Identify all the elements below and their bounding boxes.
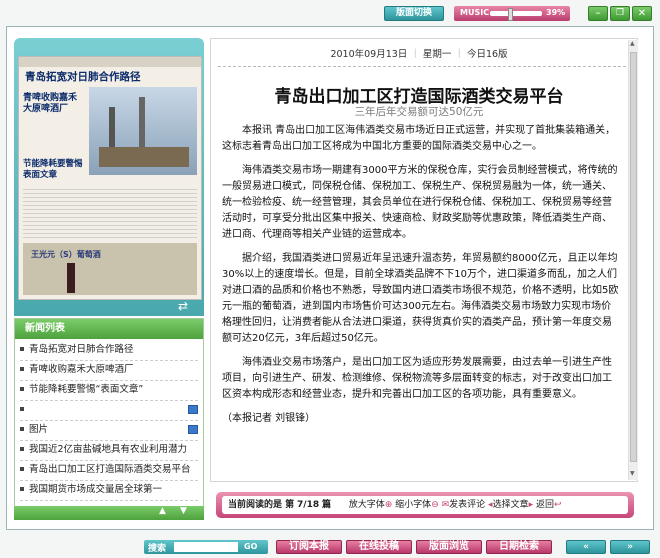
close-button[interactable]: ✕ (632, 6, 652, 21)
news-list-item-label: 我国近2亿亩盐碱地具有农业利用潜力 (29, 444, 188, 455)
preview-text-block (23, 189, 197, 239)
bullet-icon (20, 386, 24, 391)
volume-slider[interactable] (490, 8, 542, 21)
masthead-bar (19, 57, 201, 67)
page-switch-button[interactable]: 版面切换 (384, 6, 444, 21)
zoom-out-icon: ⊖ (431, 500, 439, 510)
news-list-item-label: 青啤收购嘉禾大原啤酒厂 (29, 364, 134, 375)
enlarge-font-button[interactable]: 放大字体⊕ (349, 500, 393, 510)
select-article-button[interactable]: ◂选择文章▸ (488, 500, 533, 510)
date-divider (218, 66, 626, 67)
page-suffix: 篇 (321, 500, 331, 510)
back-button[interactable]: 返回↩ (536, 500, 562, 510)
news-list-item-label: 图片 (29, 424, 49, 435)
music-bar: MUSIC 39% (454, 6, 570, 21)
news-list-item[interactable]: 节能降耗要警惕“表面文章” (20, 380, 198, 401)
zoom-in-icon: ⊕ (384, 500, 393, 510)
news-list-item-label: 青岛出口加工区打造国际酒类交易平台 (29, 464, 191, 475)
preview-masthead: 青岛拓宽对日肺合作路径 (25, 71, 141, 83)
search-box: 搜索 GO (144, 540, 268, 554)
subscribe-button[interactable]: 订阅本报 (276, 540, 342, 554)
news-list-item-label: 节能降耗要警惕“表面文章” (29, 384, 144, 395)
article-weekday: 星期一 (422, 49, 452, 60)
article-scrollbar[interactable]: ▲ ▼ (628, 40, 638, 480)
bullet-icon (20, 406, 24, 411)
today-pages: 今日16版 (466, 49, 508, 60)
search-input[interactable] (174, 542, 238, 552)
bullet-icon (20, 426, 24, 431)
volume-percent: 39% (546, 8, 566, 17)
article-paragraph: 海伟酒类交易市场一期建有3000平方米的保税仓库，实行会员制经营模式，将传统的一… (222, 165, 618, 240)
news-list-item[interactable]: 我国近2亿亩盐碱地具有农业利用潜力 (20, 440, 198, 461)
scrollbar-thumb[interactable] (630, 52, 637, 462)
news-list-item-label: 青岛拓宽对日肺合作路径 (29, 344, 134, 355)
preview-headline-2: 节能降耗要警惕表面文章 (23, 159, 83, 180)
current-page: 7/18 (297, 500, 320, 510)
article-paragraph: 海伟酒业交易市场落户，是出口加工区为适应形势发展需要，由过去单一引进生产性项目，… (222, 357, 612, 400)
article-subtitle: 三年后年交易额可达50亿元 (354, 106, 484, 118)
volume-slider-handle[interactable] (508, 8, 513, 21)
bullet-icon (20, 346, 24, 351)
preview-ad: 王光元（S）葡萄酒 (23, 243, 197, 295)
image-icon (188, 425, 198, 434)
bullet-icon (20, 446, 24, 451)
preview-headline-1: 青啤收购嘉禾大原啤酒厂 (23, 93, 78, 114)
article-date: 2010年09月13日 (330, 49, 408, 60)
date-search-button[interactable]: 日期检索 (486, 540, 552, 554)
arrow-right-icon: ▸ (528, 500, 534, 510)
news-list-item[interactable]: 我国期货市场成交量居全球第一 (20, 480, 198, 501)
next-page-button[interactable]: » (610, 540, 650, 554)
restore-button[interactable]: ❐ (610, 6, 630, 21)
news-list-footer (14, 506, 204, 520)
comment-button[interactable]: ✉发表评论 (442, 500, 486, 510)
article-body: 本报讯 青岛出口加工区海伟酒类交易市场近日正式运营，并实现了首批集装箱通关，这标… (222, 123, 620, 427)
bullet-icon (20, 466, 24, 471)
news-list-title: 新闻列表 (15, 319, 203, 339)
bullet-icon (20, 486, 24, 491)
current-reading-label: 当前阅读的是 第 (228, 500, 295, 510)
scroll-up-arrow-icon[interactable]: ▲ (630, 40, 635, 47)
refresh-icon[interactable]: ⇄ (178, 299, 188, 313)
news-list-item[interactable]: 图片 (20, 420, 198, 441)
back-icon: ↩ (554, 500, 562, 510)
browse-pages-button[interactable]: 版面浏览 (416, 540, 482, 554)
newspaper-page-thumbnail[interactable]: 青岛拓宽对日肺合作路径 青啤收购嘉禾大原啤酒厂 节能降耗要警惕表面文章 王光元（… (18, 56, 202, 300)
date-line: 2010年09月13日 ｜ 星期一 ｜ 今日16版 (330, 49, 508, 60)
preview-ad-text: 王光元（S）葡萄酒 (31, 250, 101, 259)
news-list-item[interactable] (20, 400, 198, 421)
reading-bar: 当前阅读的是 第 7/18 篇 放大字体⊕ 缩小字体⊖ ✉发表评论 ◂选择文章▸… (216, 492, 634, 518)
news-list-item[interactable]: 青啤收购嘉禾大原啤酒厂 (20, 360, 198, 381)
article-paragraph: 本报讯 青岛出口加工区海伟酒类交易市场近日正式运营，并实现了首批集装箱通关，这标… (222, 125, 616, 152)
music-label: MUSIC (460, 8, 490, 17)
scroll-up-icon[interactable]: ▲ (159, 506, 166, 516)
search-label: 搜索 (148, 544, 167, 554)
scroll-down-arrow-icon[interactable]: ▼ (630, 470, 635, 477)
bullet-icon (20, 366, 24, 371)
prev-page-button[interactable]: « (566, 540, 606, 554)
search-go-button[interactable]: GO (244, 542, 257, 551)
shrink-font-button[interactable]: 缩小字体⊖ (395, 500, 439, 510)
article-paragraph: 据介绍，我国酒类进口贸易近年呈迅速升温态势，年贸易额约8000亿元，且正以年均3… (222, 253, 619, 344)
scroll-down-icon[interactable]: ▼ (180, 506, 187, 516)
submit-article-button[interactable]: 在线投稿 (346, 540, 412, 554)
preview-photo (89, 87, 197, 175)
news-list-item-label: 我国期货市场成交量居全球第一 (29, 484, 163, 495)
image-icon (188, 405, 198, 414)
article-byline: （本报记者 刘银锋） (222, 413, 316, 424)
news-list-item[interactable]: 青岛拓宽对日肺合作路径 (20, 340, 198, 361)
reading-info-box: 当前阅读的是 第 7/18 篇 放大字体⊕ 缩小字体⊖ ✉发表评论 ◂选择文章▸… (222, 496, 628, 514)
news-list-item[interactable]: 青岛出口加工区打造国际酒类交易平台 (20, 460, 198, 481)
minimize-button[interactable]: – (588, 6, 608, 21)
